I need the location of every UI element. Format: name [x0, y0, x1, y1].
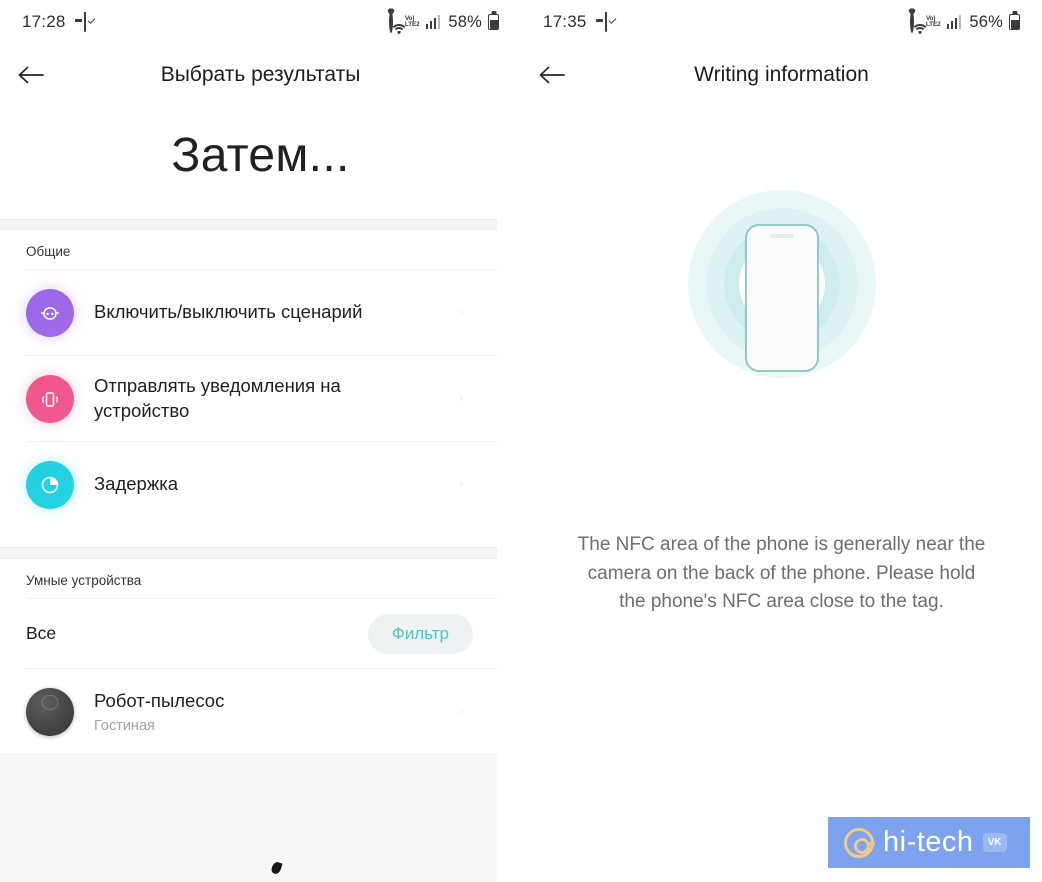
device-name: Робот-пылесос — [94, 689, 225, 711]
nfc-phone-waves-illustration — [662, 176, 902, 391]
signal-bars-icon — [425, 15, 441, 29]
list-item-content: Робот-пылесос Гостиная — [26, 687, 440, 736]
phone-vibrate-icon — [26, 374, 74, 423]
chevron-right-icon — [460, 310, 463, 315]
list-item[interactable]: Включить/выключить сценарий — [26, 269, 497, 355]
battery-percent: 56% — [969, 12, 1003, 31]
list-item[interactable]: Задержка — [26, 441, 497, 527]
back-arrow-icon — [18, 66, 44, 84]
chevron-right-icon — [460, 482, 463, 487]
at-sign-icon — [844, 827, 875, 858]
all-devices-label: Все — [26, 623, 57, 643]
signal-bars-icon — [946, 15, 962, 29]
hi-tech-watermark: hi-tech VK — [828, 817, 1030, 868]
list-item-title: Задержка — [94, 473, 178, 495]
battery-icon — [488, 14, 499, 30]
app-bar-left: Выбрать результаты — [0, 44, 521, 106]
filter-button[interactable]: Фильтр — [367, 613, 473, 654]
list-item-title: Отправлять уведомления на устройство — [94, 375, 341, 421]
dual-screenshot-container: 17:28 Vo) LTE2 58% Выбрать результаты За… — [0, 0, 1042, 882]
headline: Затем... — [171, 129, 350, 182]
watermark-text: hi-tech — [883, 826, 974, 858]
list-item-title: Включить/выключить сценарий — [94, 301, 363, 323]
scenario-robot-icon — [26, 288, 74, 337]
left-phone-screen: 17:28 Vo) LTE2 58% Выбрать результаты За… — [0, 0, 521, 882]
section-label-general: Общие — [26, 244, 71, 259]
status-bar-left: 17:28 Vo) LTE2 58% — [0, 0, 521, 44]
status-bar-right-group: Vo) LTE2 56% — [909, 11, 1020, 34]
page-title: Writing information — [694, 63, 869, 86]
page-title: Выбрать результаты — [160, 63, 361, 86]
device-room: Гостиная — [94, 718, 155, 735]
device-filter-row: Все Фильтр — [26, 598, 497, 668]
back-arrow-icon — [539, 66, 565, 84]
nfc-illustration-area: The NFC area of the phone is generally n… — [521, 106, 1042, 617]
list-item-text: Робот-пылесос Гостиная — [94, 689, 440, 734]
phone-outline-icon — [744, 224, 819, 372]
list-item-text: Включить/выключить сценарий — [94, 300, 440, 324]
chevron-right-icon — [460, 396, 463, 401]
status-bar-right-group: Vo) LTE2 58% — [388, 11, 499, 34]
volte-icon: Vo) LTE2 — [404, 14, 420, 28]
vibrating-phone-glyph — [42, 391, 58, 407]
back-button[interactable] — [0, 44, 62, 106]
list-item-content: Задержка — [26, 460, 440, 509]
left-scroll-body: Затем... Общие Включить/выключить сценар… — [0, 106, 521, 882]
robot-head-glyph — [40, 306, 60, 320]
battery-percent: 58% — [448, 12, 482, 31]
list-item-text: Задержка — [94, 472, 440, 496]
list-item-content: Отправлять уведомления на устройство — [26, 374, 440, 423]
list-item-text: Отправлять уведомления на устройство — [94, 374, 440, 423]
right-phone-screen: 17:35 Vo) LTE2 56% Writing information T… — [521, 0, 1042, 882]
list-item[interactable]: Отправлять уведомления на устройство — [26, 355, 497, 441]
status-time: 17:35 — [543, 12, 587, 31]
section-divider-band — [0, 219, 497, 230]
clock-pie-glyph — [41, 476, 59, 493]
status-bar-left-group: 17:35 — [543, 12, 616, 32]
nfc-instruction-text: The NFC area of the phone is generally n… — [577, 534, 986, 612]
section-label-devices: Умные устройства — [26, 573, 142, 588]
robot-vacuum-avatar — [26, 687, 74, 736]
status-bar-right: 17:35 Vo) LTE2 56% — [521, 0, 1042, 44]
list-item[interactable]: Робот-пылесос Гостиная — [26, 668, 497, 754]
status-time: 17:28 — [22, 12, 66, 31]
battery-icon — [1009, 14, 1020, 30]
section-divider-band — [0, 547, 497, 559]
vk-badge-icon: VK — [982, 833, 1007, 852]
empty-scroll-area — [0, 754, 497, 882]
volte-icon: Vo) LTE2 — [925, 14, 941, 28]
status-bar-left-group: 17:28 — [22, 12, 95, 32]
delay-timer-icon — [26, 460, 74, 509]
back-button[interactable] — [521, 44, 583, 106]
app-bar-right: Writing information — [521, 44, 1042, 106]
list-item-content: Включить/выключить сценарий — [26, 288, 440, 337]
chevron-right-icon — [460, 709, 463, 714]
